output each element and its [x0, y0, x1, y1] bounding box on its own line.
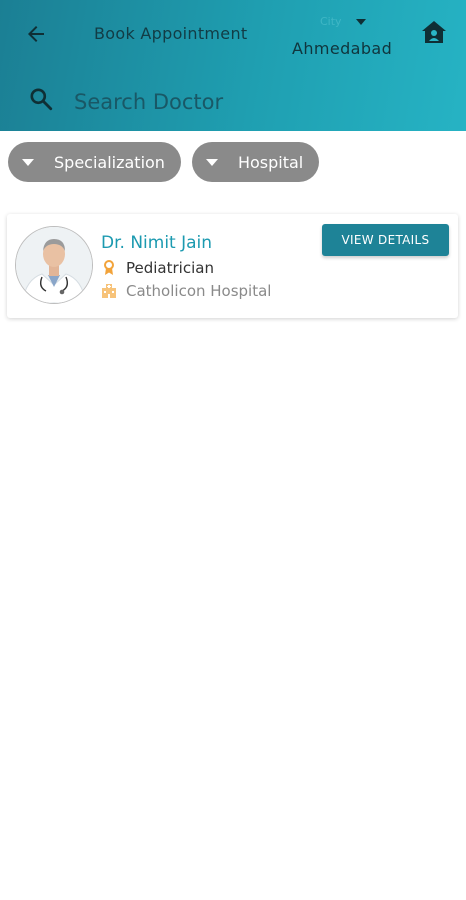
doctor-avatar [15, 226, 93, 304]
award-ribbon-icon [101, 260, 117, 276]
chip-label: Specialization [54, 152, 165, 172]
specialization-filter-chip[interactable]: Specialization [8, 142, 181, 182]
arrow-left-icon [28, 26, 44, 42]
specialization-row: Pediatrician [101, 259, 214, 277]
chip-label: Hospital [237, 152, 304, 172]
hospital-building-icon [101, 283, 117, 299]
home-button[interactable] [420, 18, 448, 48]
doctor-photo [16, 227, 92, 303]
dropdown-caret-icon [22, 158, 34, 166]
home-icon [422, 21, 446, 43]
city-value: Ahmedabad [292, 39, 393, 58]
back-button[interactable] [20, 20, 52, 48]
doctor-hospital: Catholicon Hospital [126, 282, 272, 300]
doctor-card[interactable]: Dr. Nimit Jain Pediatrician Catholicon H… [7, 214, 458, 318]
search-icon [30, 88, 53, 111]
hospital-row: Catholicon Hospital [101, 282, 271, 300]
doctor-name[interactable]: Dr. Nimit Jain [101, 233, 212, 253]
search-input[interactable] [72, 86, 416, 118]
doctor-specialization: Pediatrician [126, 259, 214, 277]
page-title: Book Appointment [94, 24, 248, 43]
chevron-down-icon [356, 19, 366, 25]
filter-chips: Specialization Hospital [8, 142, 320, 182]
city-label: City [320, 15, 342, 28]
dropdown-caret-icon [205, 158, 218, 166]
city-selector[interactable]: City Ahmedabad [290, 12, 410, 62]
app-header: Book Appointment City Ahmedabad [0, 0, 466, 131]
view-details-button[interactable]: VIEW DETAILS [322, 224, 449, 256]
hospital-filter-chip[interactable]: Hospital [191, 142, 320, 182]
